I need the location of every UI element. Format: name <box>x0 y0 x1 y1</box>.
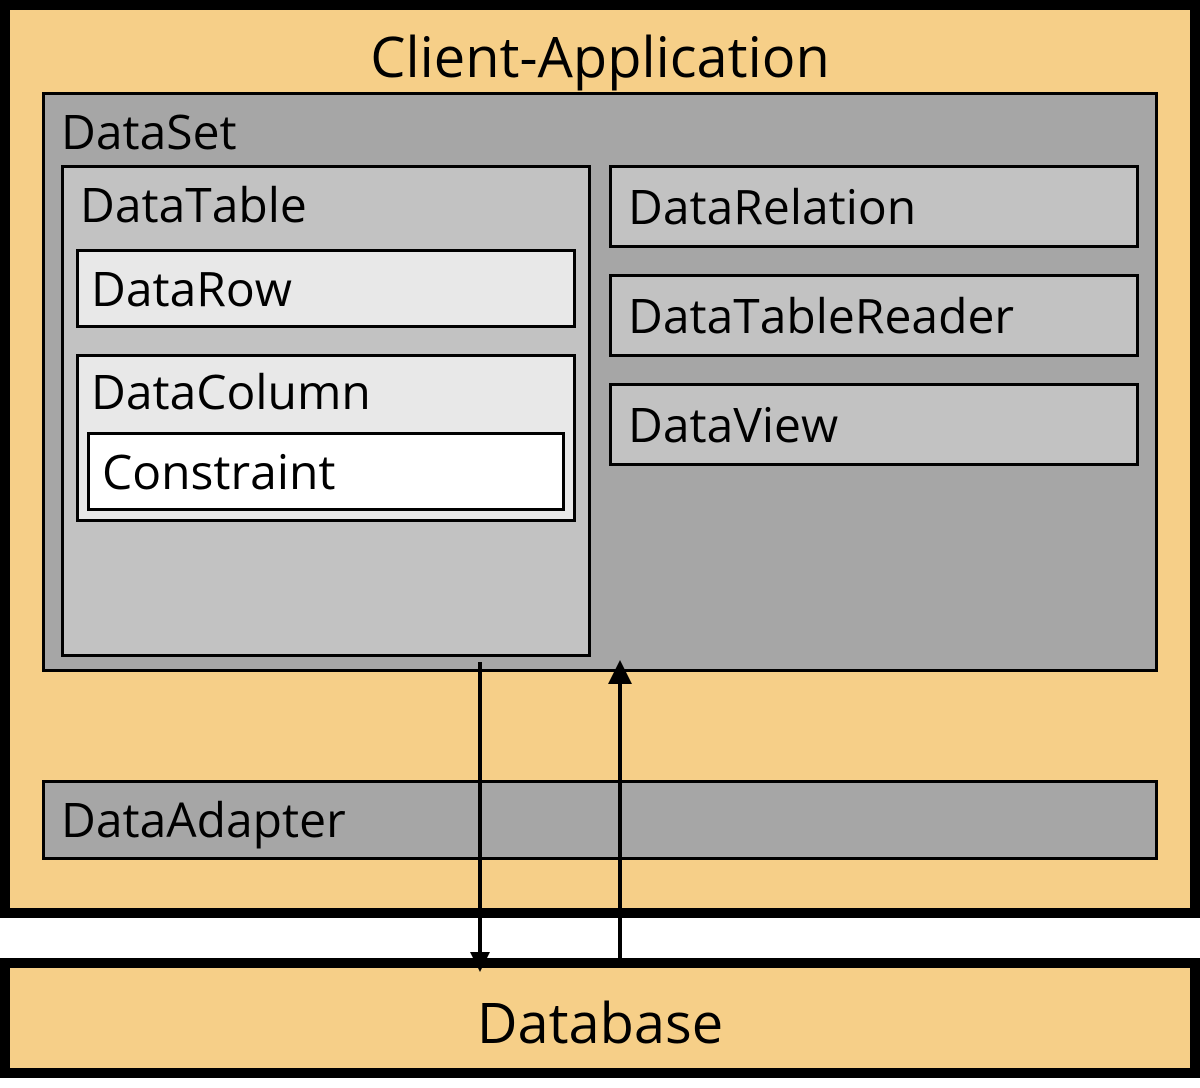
datatable-box: DataTable DataRow DataColumn Constraint <box>61 165 591 657</box>
dataset-box: DataSet DataTable DataRow DataColumn Con… <box>42 92 1158 672</box>
datacolumn-box: DataColumn Constraint <box>76 354 576 522</box>
dataadapter-box: DataAdapter <box>42 780 1158 860</box>
client-application-title: Client-Application <box>10 10 1190 102</box>
database-box: Database <box>0 958 1200 1078</box>
client-application-box: Client-Application DataSet DataTable Dat… <box>0 0 1200 918</box>
datatable-title: DataTable <box>76 168 576 249</box>
dataset-right-column: DataRelation DataTableReader DataView <box>609 165 1139 657</box>
dataset-left-column: DataTable DataRow DataColumn Constraint <box>61 165 591 657</box>
datarow-box: DataRow <box>76 249 576 328</box>
dataview-box: DataView <box>609 383 1139 466</box>
constraint-box: Constraint <box>87 432 565 511</box>
dataset-title: DataSet <box>45 95 1155 174</box>
datatablereader-box: DataTableReader <box>609 274 1139 357</box>
architecture-diagram: Client-Application DataSet DataTable Dat… <box>0 0 1200 1088</box>
datarelation-box: DataRelation <box>609 165 1139 248</box>
datacolumn-title: DataColumn <box>87 357 565 432</box>
dataset-columns: DataTable DataRow DataColumn Constraint … <box>61 165 1139 657</box>
